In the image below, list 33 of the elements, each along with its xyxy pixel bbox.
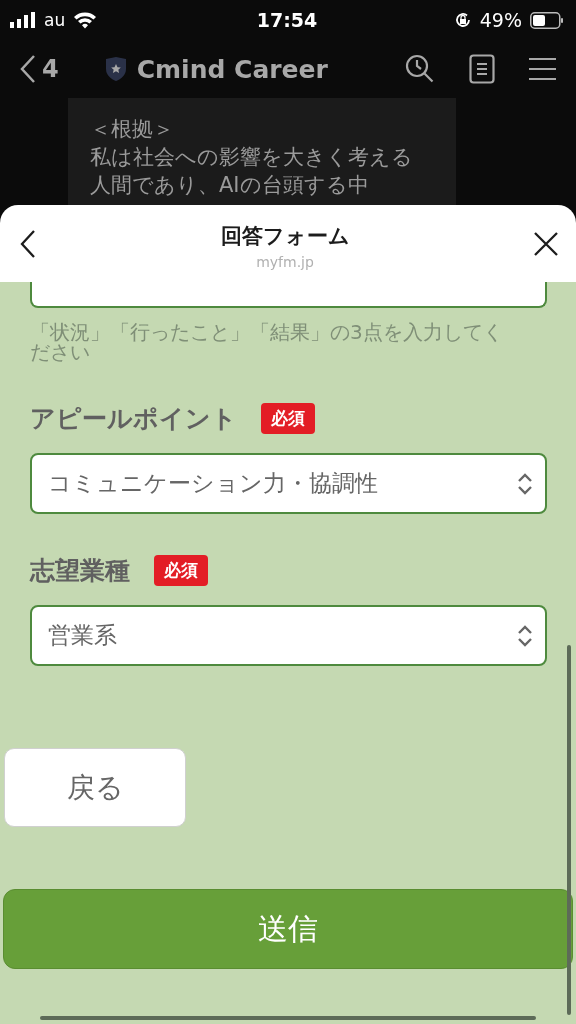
search-icon[interactable] [405, 54, 435, 84]
message-line: ＜根拠＞ [90, 116, 175, 143]
sheet-url: myfm.jp [256, 253, 314, 270]
select-field[interactable]: コミュニケーション力・協調性 [30, 453, 547, 514]
text-area[interactable] [30, 282, 547, 308]
status-time: 17:54 [256, 9, 318, 31]
field-label: 志望業種 [30, 555, 130, 587]
chevron-icon [517, 471, 533, 496]
back-icon[interactable] [20, 229, 36, 258]
battery-percent: 49% [479, 9, 522, 31]
carrier-name: au [44, 10, 66, 30]
battery-icon [530, 11, 564, 29]
chat-title: Cmind Career [136, 54, 328, 84]
submit-button[interactable]: 送信 [3, 889, 573, 969]
message-line: 人間であり、AIの台頭する中 [90, 172, 370, 199]
required-badge: 必須 [261, 403, 315, 434]
chevron-icon [517, 623, 533, 648]
document-icon[interactable] [469, 54, 495, 84]
close-icon[interactable] [534, 231, 558, 256]
shield-icon [104, 56, 127, 82]
menu-icon[interactable] [529, 57, 556, 81]
signal-icon [10, 12, 36, 28]
sheet-title: 回答フォーム [220, 222, 350, 250]
field-label: アピールポイント [30, 403, 237, 435]
field-hint: 「状況」「行ったこと」「結果」の3点を入力してください [30, 322, 504, 362]
select-field[interactable]: 営業系 [30, 605, 547, 666]
message-line: 私は社会への影響を大きく考える [90, 144, 414, 171]
rotation-lock-icon [453, 11, 472, 29]
back-icon[interactable] [20, 55, 36, 83]
back-button[interactable]: 戻る [4, 748, 186, 827]
back-count[interactable]: 4 [42, 55, 59, 83]
wifi-icon [73, 11, 98, 29]
required-badge: 必須 [154, 555, 208, 586]
